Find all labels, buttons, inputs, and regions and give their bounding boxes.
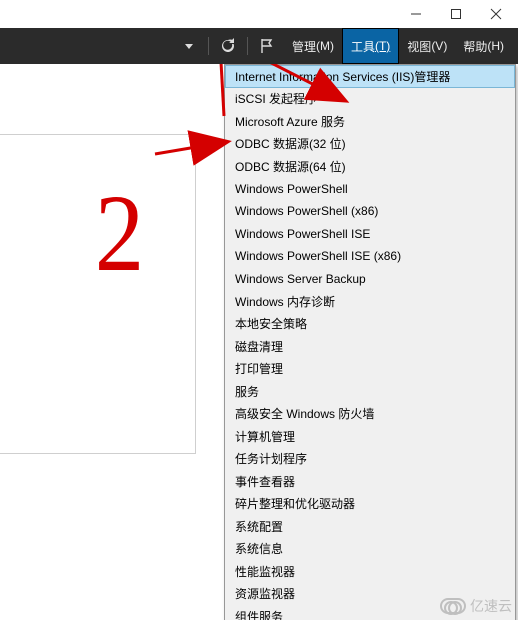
- watermark-logo-icon: [440, 598, 466, 614]
- menu-item-帮助[interactable]: 帮助(H): [455, 28, 512, 64]
- dropdown-item[interactable]: Internet Information Services (IIS)管理器: [225, 65, 515, 88]
- minimize-icon: [410, 8, 422, 20]
- window-titlebar: [0, 0, 518, 28]
- menu-item-label: 管理: [292, 38, 316, 55]
- menu-item-label: 工具: [351, 38, 375, 55]
- dropdown-item[interactable]: 本地安全策略: [225, 313, 515, 336]
- dropdown-item[interactable]: Windows PowerShell ISE: [225, 223, 515, 246]
- menu-item-mnemonic: (V): [431, 39, 447, 53]
- maximize-icon: [450, 8, 462, 20]
- dropdown-item[interactable]: 任务计划程序: [225, 448, 515, 471]
- dropdown-item[interactable]: Windows Server Backup: [225, 268, 515, 291]
- dropdown-item[interactable]: 事件查看器: [225, 470, 515, 493]
- dropdown-item[interactable]: 打印管理: [225, 358, 515, 381]
- menu-bar: 管理(M)工具(T)视图(V)帮助(H): [284, 28, 512, 64]
- refresh-icon[interactable]: [217, 35, 239, 57]
- close-icon: [490, 8, 502, 20]
- dropdown-item[interactable]: 性能监视器: [225, 560, 515, 583]
- dropdown-item[interactable]: Microsoft Azure 服务: [225, 110, 515, 133]
- dropdown-item[interactable]: 系统信息: [225, 538, 515, 561]
- menu-item-管理[interactable]: 管理(M): [284, 28, 342, 64]
- dropdown-caret-icon[interactable]: [178, 35, 200, 57]
- tools-dropdown-menu: Internet Information Services (IIS)管理器iS…: [224, 64, 516, 620]
- watermark: 亿速云: [440, 596, 512, 616]
- close-button[interactable]: [476, 2, 516, 26]
- dropdown-item[interactable]: iSCSI 发起程序: [225, 88, 515, 111]
- annotation-number: 2: [95, 170, 145, 297]
- dropdown-item[interactable]: 碎片整理和优化驱动器: [225, 493, 515, 516]
- dropdown-item[interactable]: 高级安全 Windows 防火墙: [225, 403, 515, 426]
- dropdown-item[interactable]: Windows PowerShell ISE (x86): [225, 245, 515, 268]
- toolbar-icon-group: [178, 35, 278, 57]
- dropdown-item[interactable]: 系统配置: [225, 515, 515, 538]
- dropdown-item[interactable]: ODBC 数据源(32 位): [225, 133, 515, 156]
- menu-item-视图[interactable]: 视图(V): [399, 28, 455, 64]
- content-area: Internet Information Services (IIS)管理器iS…: [0, 64, 518, 620]
- flag-icon[interactable]: [256, 35, 278, 57]
- dropdown-item[interactable]: Windows 内存诊断: [225, 290, 515, 313]
- separator: [247, 37, 248, 55]
- menu-item-label: 帮助: [463, 38, 487, 55]
- menu-item-工具[interactable]: 工具(T): [342, 28, 399, 64]
- menu-item-mnemonic: (M): [316, 39, 334, 53]
- separator: [208, 37, 209, 55]
- main-toolbar: 管理(M)工具(T)视图(V)帮助(H): [0, 28, 518, 64]
- dropdown-item[interactable]: Windows PowerShell (x86): [225, 200, 515, 223]
- dropdown-item[interactable]: 磁盘清理: [225, 335, 515, 358]
- menu-item-label: 视图: [407, 38, 431, 55]
- watermark-text: 亿速云: [470, 596, 512, 616]
- menu-item-mnemonic: (H): [487, 39, 504, 53]
- minimize-button[interactable]: [396, 2, 436, 26]
- dropdown-item[interactable]: Windows PowerShell: [225, 178, 515, 201]
- maximize-button[interactable]: [436, 2, 476, 26]
- dropdown-item[interactable]: 服务: [225, 380, 515, 403]
- menu-item-mnemonic: (T): [375, 39, 390, 53]
- dropdown-item[interactable]: ODBC 数据源(64 位): [225, 155, 515, 178]
- dropdown-item[interactable]: 计算机管理: [225, 425, 515, 448]
